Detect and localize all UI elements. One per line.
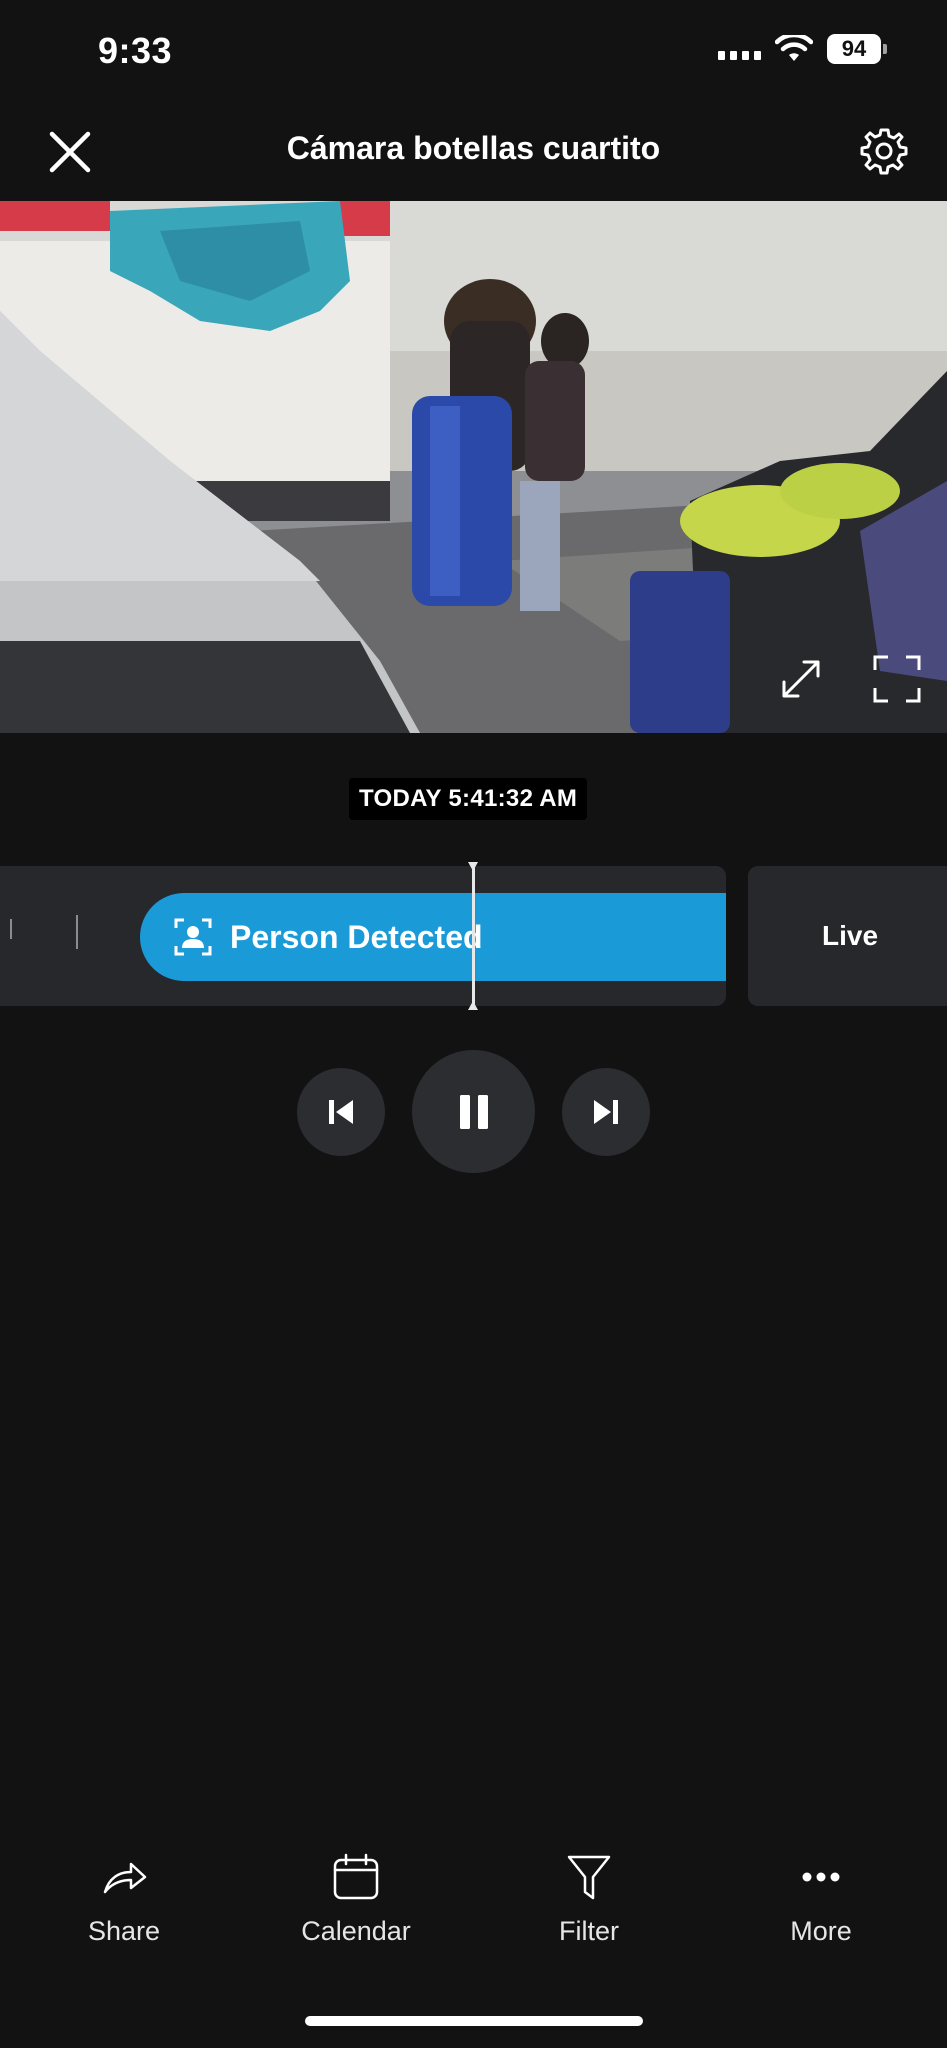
previous-event-button[interactable] bbox=[297, 1068, 385, 1156]
battery-level: 94 bbox=[827, 34, 881, 64]
cellular-signal-icon bbox=[718, 38, 761, 60]
wifi-icon bbox=[775, 35, 813, 61]
gear-icon bbox=[860, 128, 908, 175]
live-label: Live bbox=[822, 920, 879, 951]
battery-icon: 94 bbox=[827, 34, 887, 64]
calendar-label: Calendar bbox=[301, 1916, 411, 1946]
more-button[interactable]: More bbox=[721, 1852, 921, 1947]
pause-button[interactable] bbox=[412, 1050, 535, 1173]
fullscreen-icon bbox=[873, 655, 921, 703]
page-title: Cámara botellas cuartito bbox=[286, 130, 661, 166]
timeline-tick bbox=[76, 915, 78, 949]
event-label: Person Detected bbox=[230, 918, 483, 955]
pause-icon bbox=[459, 1094, 488, 1129]
expand-arrows-icon bbox=[782, 660, 820, 698]
calendar-icon bbox=[333, 1853, 379, 1900]
next-event-button[interactable] bbox=[562, 1068, 650, 1156]
person-detected-icon bbox=[174, 918, 212, 956]
camera-video-feed[interactable] bbox=[0, 201, 947, 733]
share-button[interactable]: Share bbox=[24, 1852, 224, 1947]
timeline-playhead[interactable] bbox=[468, 862, 478, 1010]
calendar-button[interactable]: Calendar bbox=[256, 1852, 456, 1947]
filter-label: Filter bbox=[559, 1916, 619, 1946]
video-frame-image bbox=[0, 201, 947, 733]
filter-icon bbox=[567, 1855, 611, 1900]
settings-button[interactable] bbox=[859, 126, 909, 176]
status-indicators: 94 bbox=[718, 34, 887, 64]
share-icon bbox=[103, 1862, 147, 1894]
expand-view-button[interactable] bbox=[778, 656, 824, 702]
timeline-tick bbox=[10, 919, 12, 939]
more-dots-icon bbox=[802, 1872, 840, 1882]
home-indicator[interactable] bbox=[305, 2016, 643, 2026]
skip-next-icon bbox=[594, 1100, 618, 1124]
skip-previous-icon bbox=[329, 1100, 353, 1124]
share-label: Share bbox=[87, 1916, 161, 1946]
live-button[interactable]: Live bbox=[748, 866, 947, 1006]
fullscreen-button[interactable] bbox=[872, 654, 922, 704]
playback-timestamp: TODAY 5:41:32 AM bbox=[349, 778, 588, 820]
person-detected-event[interactable]: Person Detected bbox=[140, 893, 726, 981]
more-label: More bbox=[790, 1916, 852, 1946]
filter-button[interactable]: Filter bbox=[489, 1852, 689, 1947]
status-time: 9:33 bbox=[98, 30, 173, 71]
